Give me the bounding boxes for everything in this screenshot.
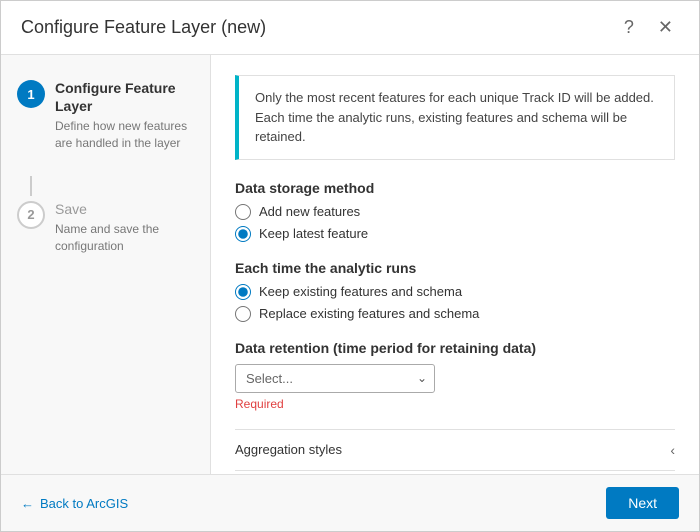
required-text: Required (235, 397, 675, 411)
radio-replace-schema[interactable]: Replace existing features and schema (235, 306, 675, 322)
retention-select[interactable]: Select... (235, 364, 435, 393)
dialog-footer: ← Back to ArcGIS Next (1, 474, 699, 531)
step-circle-2: 2 (17, 201, 45, 229)
analytic-section-title: Each time the analytic runs (235, 260, 675, 276)
storage-radio-group: Add new features Keep latest feature (235, 204, 675, 242)
configure-feature-layer-dialog: Configure Feature Layer (new) ? ✕ 1 Conf… (0, 0, 700, 532)
step-text-1: Configure Feature Layer Define how new f… (55, 79, 194, 152)
dialog-body: 1 Configure Feature Layer Define how new… (1, 55, 699, 474)
radio-add-features[interactable]: Add new features (235, 204, 675, 220)
back-label: Back to ArcGIS (40, 496, 128, 511)
close-button[interactable]: ✕ (652, 15, 679, 40)
retention-section: Data retention (time period for retainin… (235, 340, 675, 411)
step-item-2: 2 Save Name and save the configuration (17, 200, 194, 255)
collapsibles: Aggregation styles ‹ Editor tracking ‹ (235, 429, 675, 475)
radio-add-features-label: Add new features (259, 204, 360, 219)
aggregation-chevron-icon: ‹ (670, 442, 675, 458)
main-content: Only the most recent features for each u… (211, 55, 699, 474)
help-icon: ? (624, 17, 634, 38)
step-circle-1: 1 (17, 80, 45, 108)
storage-section: Data storage method Add new features Kee… (235, 180, 675, 242)
back-to-arcgis-button[interactable]: ← Back to ArcGIS (21, 496, 128, 511)
step-label-1: Configure Feature Layer (55, 79, 194, 115)
step-desc-1: Define how new features are handled in t… (55, 118, 194, 152)
header-icons: ? ✕ (618, 15, 679, 40)
info-box: Only the most recent features for each u… (235, 75, 675, 160)
radio-keep-schema-input[interactable] (235, 284, 251, 300)
storage-section-title: Data storage method (235, 180, 675, 196)
analytic-section: Each time the analytic runs Keep existin… (235, 260, 675, 322)
close-icon: ✕ (658, 17, 673, 38)
step-text-2: Save Name and save the configuration (55, 200, 194, 255)
dialog-header: Configure Feature Layer (new) ? ✕ (1, 1, 699, 55)
step-item-1: 1 Configure Feature Layer Define how new… (17, 79, 194, 152)
sidebar: 1 Configure Feature Layer Define how new… (1, 55, 211, 474)
radio-keep-latest-input[interactable] (235, 226, 251, 242)
retention-section-title: Data retention (time period for retainin… (235, 340, 675, 356)
radio-keep-schema-label: Keep existing features and schema (259, 284, 462, 299)
radio-add-features-input[interactable] (235, 204, 251, 220)
help-button[interactable]: ? (618, 15, 640, 40)
analytic-radio-group: Keep existing features and schema Replac… (235, 284, 675, 322)
back-arrow-icon: ← (21, 496, 34, 511)
radio-keep-latest-label: Keep latest feature (259, 226, 368, 241)
retention-select-wrapper: Select... ⌄ (235, 364, 435, 393)
aggregation-styles-label: Aggregation styles (235, 442, 342, 457)
info-text: Only the most recent features for each u… (255, 88, 658, 147)
aggregation-styles-row[interactable]: Aggregation styles ‹ (235, 429, 675, 470)
radio-replace-schema-label: Replace existing features and schema (259, 306, 479, 321)
radio-replace-schema-input[interactable] (235, 306, 251, 322)
dialog-title: Configure Feature Layer (new) (21, 17, 266, 38)
radio-keep-latest[interactable]: Keep latest feature (235, 226, 675, 242)
next-button[interactable]: Next (606, 487, 679, 519)
step-desc-2: Name and save the configuration (55, 221, 194, 255)
step-connector (30, 176, 32, 196)
radio-keep-schema[interactable]: Keep existing features and schema (235, 284, 675, 300)
step-label-2: Save (55, 200, 194, 218)
